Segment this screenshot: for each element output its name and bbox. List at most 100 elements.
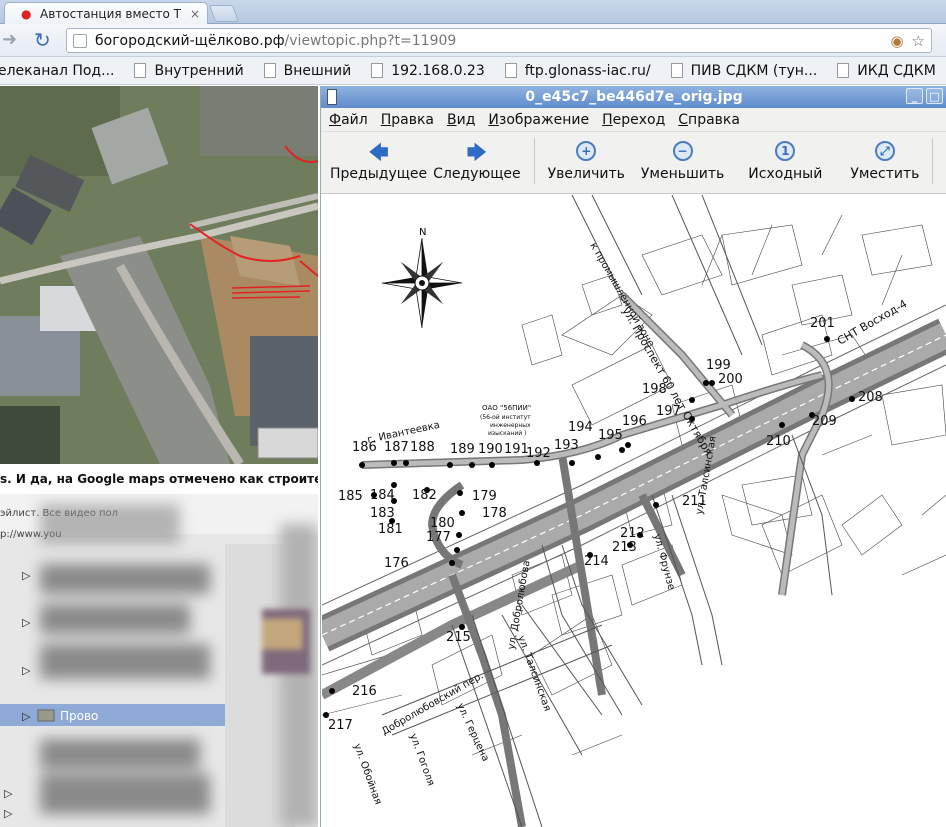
bookmark-item[interactable]: елеканал Под... (0, 63, 124, 79)
address-bar[interactable]: богородский-щёлково.рф /viewtopic.php?t=… (66, 28, 932, 53)
image-viewer-window: 0_e45c7_be446d7e_orig.jpg _ □ Файл Правк… (320, 86, 946, 827)
image-canvas[interactable]: N к промышленной зоне ул. Проспект 60 ле… (322, 195, 946, 827)
bookmark-item[interactable]: ПИВ СДКМ (тун... (661, 63, 828, 79)
stop-marker-186 (359, 462, 365, 468)
zoom-out-icon: − (672, 141, 693, 161)
bookmark-item[interactable]: Внешний (254, 63, 362, 79)
compass-north-label: N (419, 227, 426, 238)
bookmark-item[interactable]: ИКД СДКМ (827, 63, 946, 79)
stop-label-178: 178 (482, 506, 507, 521)
menu-image[interactable]: Изображение (488, 112, 589, 128)
forum-page: s. И да, на Google maps отмечено как стр… (0, 86, 320, 827)
stop-marker-195 (619, 447, 625, 453)
stop-marker-190 (469, 462, 475, 468)
bookmark-item[interactable]: 192.168.0.23 (361, 63, 495, 79)
maximize-icon[interactable]: □ (926, 88, 943, 104)
next-button[interactable]: 🡆 Следующее (430, 138, 524, 182)
tab-title: Автостанция вместо Т (40, 6, 181, 21)
stop-label-183: 183 (370, 506, 395, 521)
stop-label-181: 181 (378, 522, 403, 537)
zoom-in-button[interactable]: + Увеличить (545, 138, 628, 182)
arrow-right-icon: 🡆 (466, 140, 488, 164)
stop-marker-191 (489, 462, 495, 468)
file-manager-window: эйлист. Все видео пол p://www.you ▷ ▷ ▷ … (0, 494, 318, 827)
stop-label-200: 200 (718, 372, 743, 387)
stop-label-216: 216 (352, 684, 377, 699)
url-path: /viewtopic.php?t=11909 (284, 32, 457, 49)
fit-button[interactable]: ⤢ Уместить (847, 138, 922, 182)
page-icon (670, 63, 683, 78)
stop-label-217: 217 (328, 718, 353, 733)
stop-label-186: 186 (352, 440, 377, 455)
arrow-left-icon: 🡄 (368, 140, 389, 164)
stop-label-182: 182 (412, 488, 437, 503)
institute-label: ОАО "56ПИИ" (482, 404, 531, 412)
institute-label-4: изысканий ) (488, 430, 526, 437)
stop-marker-211 (653, 502, 659, 508)
forum-post-text: s. И да, на Google maps отмечено как стр… (0, 464, 318, 494)
stop-label-198: 198 (642, 382, 667, 397)
stop-marker-193 (569, 460, 575, 466)
bookmark-item[interactable]: Внутренний (124, 63, 253, 79)
talsinskaya-label-2: ул. Талсинская (515, 634, 553, 712)
toolbar-separator (932, 138, 934, 184)
bookmark-star-icon[interactable]: ☆ (912, 32, 925, 50)
blocked-cookie-icon[interactable]: ◉ (890, 32, 903, 50)
stop-marker-199 (703, 380, 709, 386)
svg-text:▷: ▷ (22, 710, 31, 723)
stop-label-177: 177 (426, 530, 451, 545)
menu-edit[interactable]: Правка (381, 112, 434, 128)
stop-label-189: 189 (450, 442, 475, 457)
stop-marker-216 (329, 688, 335, 694)
stop-label-213: 213 (612, 540, 637, 555)
stop-marker-185 (371, 492, 377, 498)
zoom-original-icon: 1 (775, 141, 796, 161)
menu-go[interactable]: Переход (602, 112, 665, 128)
menu-view[interactable]: Вид (447, 112, 475, 128)
navigation-bar: ➜ ↻ богородский-щёлково.рф /viewtopic.ph… (0, 24, 946, 57)
institute-label-3: инженерных (490, 422, 531, 429)
zoom-out-button[interactable]: − Уменьшить (638, 138, 727, 182)
stop-label-193: 193 (554, 438, 579, 453)
stop-label-201: 201 (810, 316, 835, 331)
gogolya-label: ул. Гоголя (407, 732, 436, 787)
bookmarks-bar: елеканал Под... Внутренний Внешний 192.1… (0, 57, 946, 85)
viewer-titlebar: 0_e45c7_be446d7e_orig.jpg _ □ (321, 86, 946, 108)
stop-marker-188 (403, 460, 409, 466)
site-favicon-icon: ● (21, 6, 32, 21)
stop-label-209: 209 (812, 414, 837, 429)
stop-label-185: 185 (338, 489, 363, 504)
menu-file[interactable]: Файл (329, 112, 368, 128)
new-tab-button[interactable] (208, 5, 240, 22)
oboynaya-label: ул. Обойная (351, 742, 383, 806)
stop-marker-177 (454, 547, 460, 553)
browser-tab[interactable]: ● Автостанция вместо Т × (4, 2, 208, 24)
forward-icon[interactable]: ➜ (2, 31, 17, 49)
stop-marker-194 (595, 454, 601, 460)
window-menu-icon[interactable] (327, 89, 337, 105)
minimize-icon[interactable]: _ (906, 88, 923, 104)
page-icon (134, 63, 147, 78)
page-icon (837, 63, 850, 78)
stop-label-179: 179 (472, 489, 497, 504)
folder-icon (37, 709, 55, 722)
stop-label-176: 176 (384, 556, 409, 571)
previous-button[interactable]: 🡄 Предыдущее (327, 138, 430, 182)
stop-label-214: 214 (584, 554, 609, 569)
svg-text:▷: ▷ (4, 787, 13, 800)
bookmark-item[interactable]: ftp.glonass-iac.ru/ (495, 63, 661, 79)
stop-label-195: 195 (598, 428, 623, 443)
stop-marker-198 (689, 397, 695, 403)
stop-label-215: 215 (446, 630, 471, 645)
close-tab-icon[interactable]: × (189, 7, 201, 21)
compass-rose-icon: N (381, 227, 463, 329)
svg-text:▷: ▷ (22, 569, 31, 582)
stop-label-187: 187 (384, 440, 409, 455)
menu-help[interactable]: Справка (678, 112, 740, 128)
reload-icon[interactable]: ↻ (34, 29, 51, 51)
stop-label-208: 208 (858, 390, 883, 405)
route-map-drawing: N к промышленной зоне ул. Проспект 60 ле… (322, 195, 946, 827)
stop-label-192: 192 (526, 446, 551, 461)
satellite-map-svg (0, 86, 318, 464)
original-size-button[interactable]: 1 Исходный (745, 138, 825, 182)
